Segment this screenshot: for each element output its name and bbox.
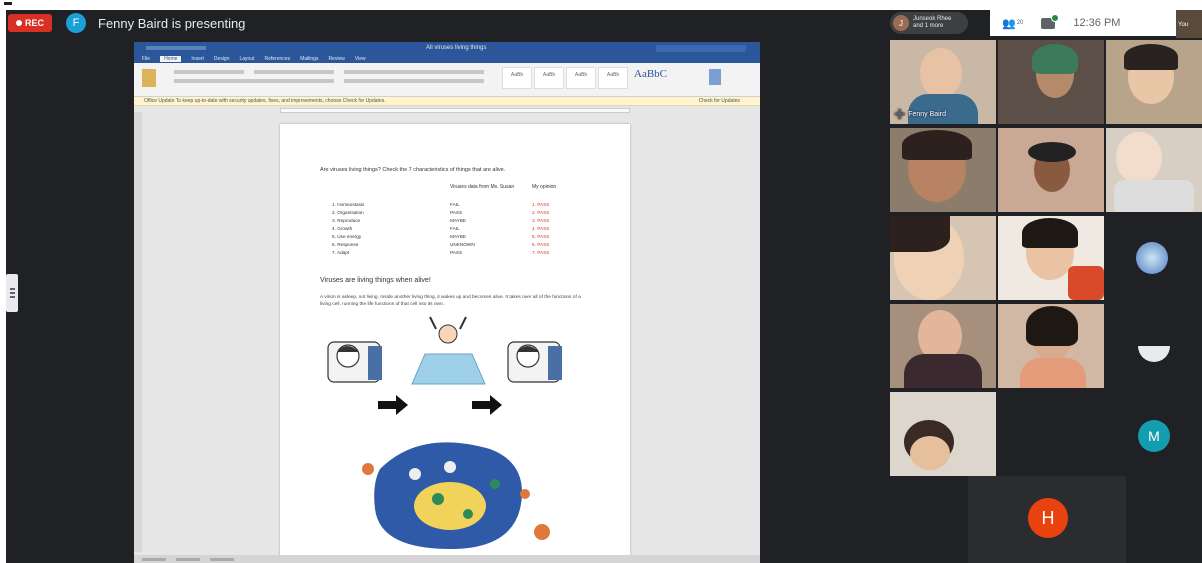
document-title: All viruses living things: [426, 45, 487, 51]
avatar-tile[interactable]: [1106, 304, 1202, 388]
sleeping-person-icon: [327, 341, 382, 383]
meeting-controls: 👥 20 12:36 PM: [990, 10, 1176, 36]
video-tile[interactable]: [998, 40, 1104, 124]
style-heading1[interactable]: AaBb: [566, 67, 596, 89]
corner-mark: [4, 2, 12, 5]
participant-photo-avatar: [1136, 242, 1168, 274]
awake-person-icon: [411, 316, 486, 385]
video-tile[interactable]: [890, 392, 996, 476]
paragraph-buttons[interactable]: [344, 70, 484, 74]
recording-badge: REC: [8, 14, 52, 32]
tab-review[interactable]: Review: [328, 56, 344, 62]
recording-label: REC: [24, 18, 44, 28]
avatar-h: H: [1028, 498, 1068, 538]
video-tile[interactable]: [998, 304, 1104, 388]
font-name-box[interactable]: [174, 70, 244, 74]
update-notice: Office Update To keep up-to-date with se…: [134, 97, 760, 106]
people-count: 20: [1016, 20, 1024, 26]
style-title[interactable]: AaBbC: [634, 68, 667, 80]
tab-design[interactable]: Design: [214, 56, 230, 62]
arrow-right-icon: [378, 395, 408, 415]
style-heading2[interactable]: AaBb: [598, 67, 628, 89]
self-view-label: You: [1176, 10, 1202, 38]
people-button[interactable]: 👥 20: [1002, 17, 1023, 30]
participants-header: J Junseok Rhee and 1 more 👥 20 12:36 PM …: [886, 10, 1202, 38]
shared-screen: All viruses living things File Home Inse…: [134, 42, 760, 563]
presenting-status: Fenny Baird is presenting: [98, 15, 246, 31]
speaker-chip[interactable]: J Junseok Rhee and 1 more: [890, 12, 968, 34]
video-tile[interactable]: [890, 304, 996, 388]
pin-icon: ➕: [894, 109, 906, 119]
avatar-tile-large[interactable]: H: [968, 476, 1126, 563]
tile-label: ➕ Fenny Baird: [894, 109, 946, 119]
ribbon: AaBb AaBb AaBb AaBb AaBbC: [134, 63, 760, 97]
clock: 12:36 PM: [1073, 17, 1121, 29]
horizontal-ruler[interactable]: [280, 108, 630, 113]
ribbon-tabs: File Home Insert Design Layout Reference…: [134, 54, 760, 63]
tell-me-search[interactable]: [656, 44, 746, 52]
sleeping-person-icon: [507, 341, 562, 383]
participant-photo-avatar: [1138, 330, 1170, 362]
meet-window: REC F Fenny Baird is presenting All viru…: [6, 10, 1202, 563]
people-icon: 👥: [1002, 17, 1016, 30]
notice-text: Office Update To keep up-to-date with se…: [144, 98, 386, 104]
tab-layout[interactable]: Layout: [240, 56, 255, 62]
style-no-spacing[interactable]: AaBb: [534, 67, 564, 89]
video-tile[interactable]: [998, 128, 1104, 212]
video-tile[interactable]: [1106, 128, 1202, 212]
arrow-right-icon: [472, 395, 502, 415]
record-dot-icon: [15, 20, 22, 26]
participant-name: Junseok Rhee: [913, 16, 952, 22]
meeting-top-bar: REC F Fenny Baird is presenting: [6, 10, 886, 36]
tab-view[interactable]: View: [355, 56, 366, 62]
virus-illustrations: [327, 316, 562, 549]
participant-more: and 1 more: [913, 23, 944, 29]
word-title-bar: All viruses living things: [134, 42, 760, 54]
participant-avatar: J: [893, 15, 909, 31]
avatar-tile[interactable]: [1106, 216, 1202, 300]
presenter-avatar: F: [66, 13, 86, 33]
video-tile[interactable]: [998, 216, 1104, 300]
tab-file[interactable]: File: [142, 56, 150, 62]
vertical-ruler: [134, 112, 142, 552]
font-style-buttons[interactable]: [174, 79, 334, 83]
alignment-buttons[interactable]: [344, 79, 484, 83]
document-page[interactable]: Are viruses living things? Check the 7 c…: [280, 124, 630, 563]
video-tile[interactable]: [1106, 40, 1202, 124]
styles-pane-icon[interactable]: [709, 69, 721, 85]
avatar-tile[interactable]: M: [1106, 392, 1202, 476]
word-status-bar: [134, 555, 760, 563]
tab-insert[interactable]: Insert: [191, 56, 204, 62]
video-tile[interactable]: [890, 128, 996, 212]
cell-infection-diagram: [362, 442, 550, 549]
tab-references[interactable]: References: [265, 56, 291, 62]
side-panel-handle[interactable]: [6, 274, 18, 312]
tab-home[interactable]: Home: [160, 55, 182, 62]
quick-access-toolbar: [146, 46, 206, 50]
style-normal[interactable]: AaBb: [502, 67, 532, 89]
avatar-m: M: [1138, 420, 1170, 452]
paste-icon[interactable]: [142, 69, 156, 87]
video-tile[interactable]: [890, 216, 996, 300]
font-format-buttons[interactable]: [254, 70, 334, 74]
check-updates-button[interactable]: Check for Updates: [699, 98, 740, 104]
chat-icon[interactable]: [1041, 13, 1060, 29]
tab-mailings[interactable]: Mailings: [300, 56, 318, 62]
video-tile[interactable]: ➕ Fenny Baird: [890, 40, 996, 124]
